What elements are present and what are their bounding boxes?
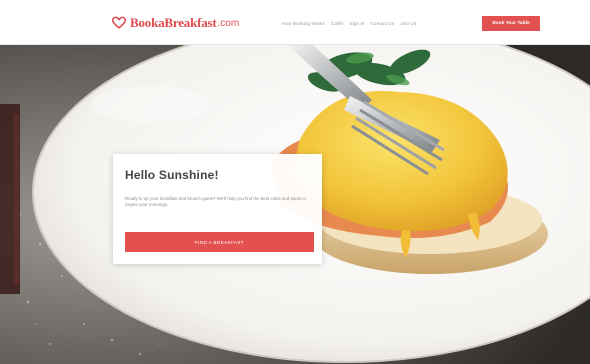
heart-logo-icon <box>112 16 126 29</box>
logo-domain-suffix: .com <box>217 17 240 29</box>
card-description: Ready to up your breakfast and brunch ga… <box>125 196 306 207</box>
main-nav: How Booking Works Cafés Sign In Contact … <box>282 16 416 30</box>
find-breakfast-button[interactable]: FIND A BREAKFAST <box>125 232 314 252</box>
top-navigation-bar: BookaBreakfast .com How Booking Works Ca… <box>0 0 590 45</box>
site-logo[interactable]: BookaBreakfast .com <box>112 14 239 32</box>
nav-link-join-us[interactable]: Join Us <box>400 21 416 26</box>
nav-link-how-booking-works[interactable]: How Booking Works <box>282 21 325 26</box>
nav-link-contact-us[interactable]: Contact Us <box>371 21 395 26</box>
welcome-card: Hello Sunshine! Ready to up your breakfa… <box>113 154 322 264</box>
book-table-button[interactable]: Book Your Table <box>482 16 540 31</box>
nav-link-cafes[interactable]: Cafés <box>331 21 344 26</box>
nav-link-sign-in[interactable]: Sign In <box>350 21 365 26</box>
card-heading: Hello Sunshine! <box>125 168 219 182</box>
hero-banner: Hello Sunshine! Ready to up your breakfa… <box>0 44 590 364</box>
logo-wordmark: BookaBreakfast <box>130 15 217 30</box>
